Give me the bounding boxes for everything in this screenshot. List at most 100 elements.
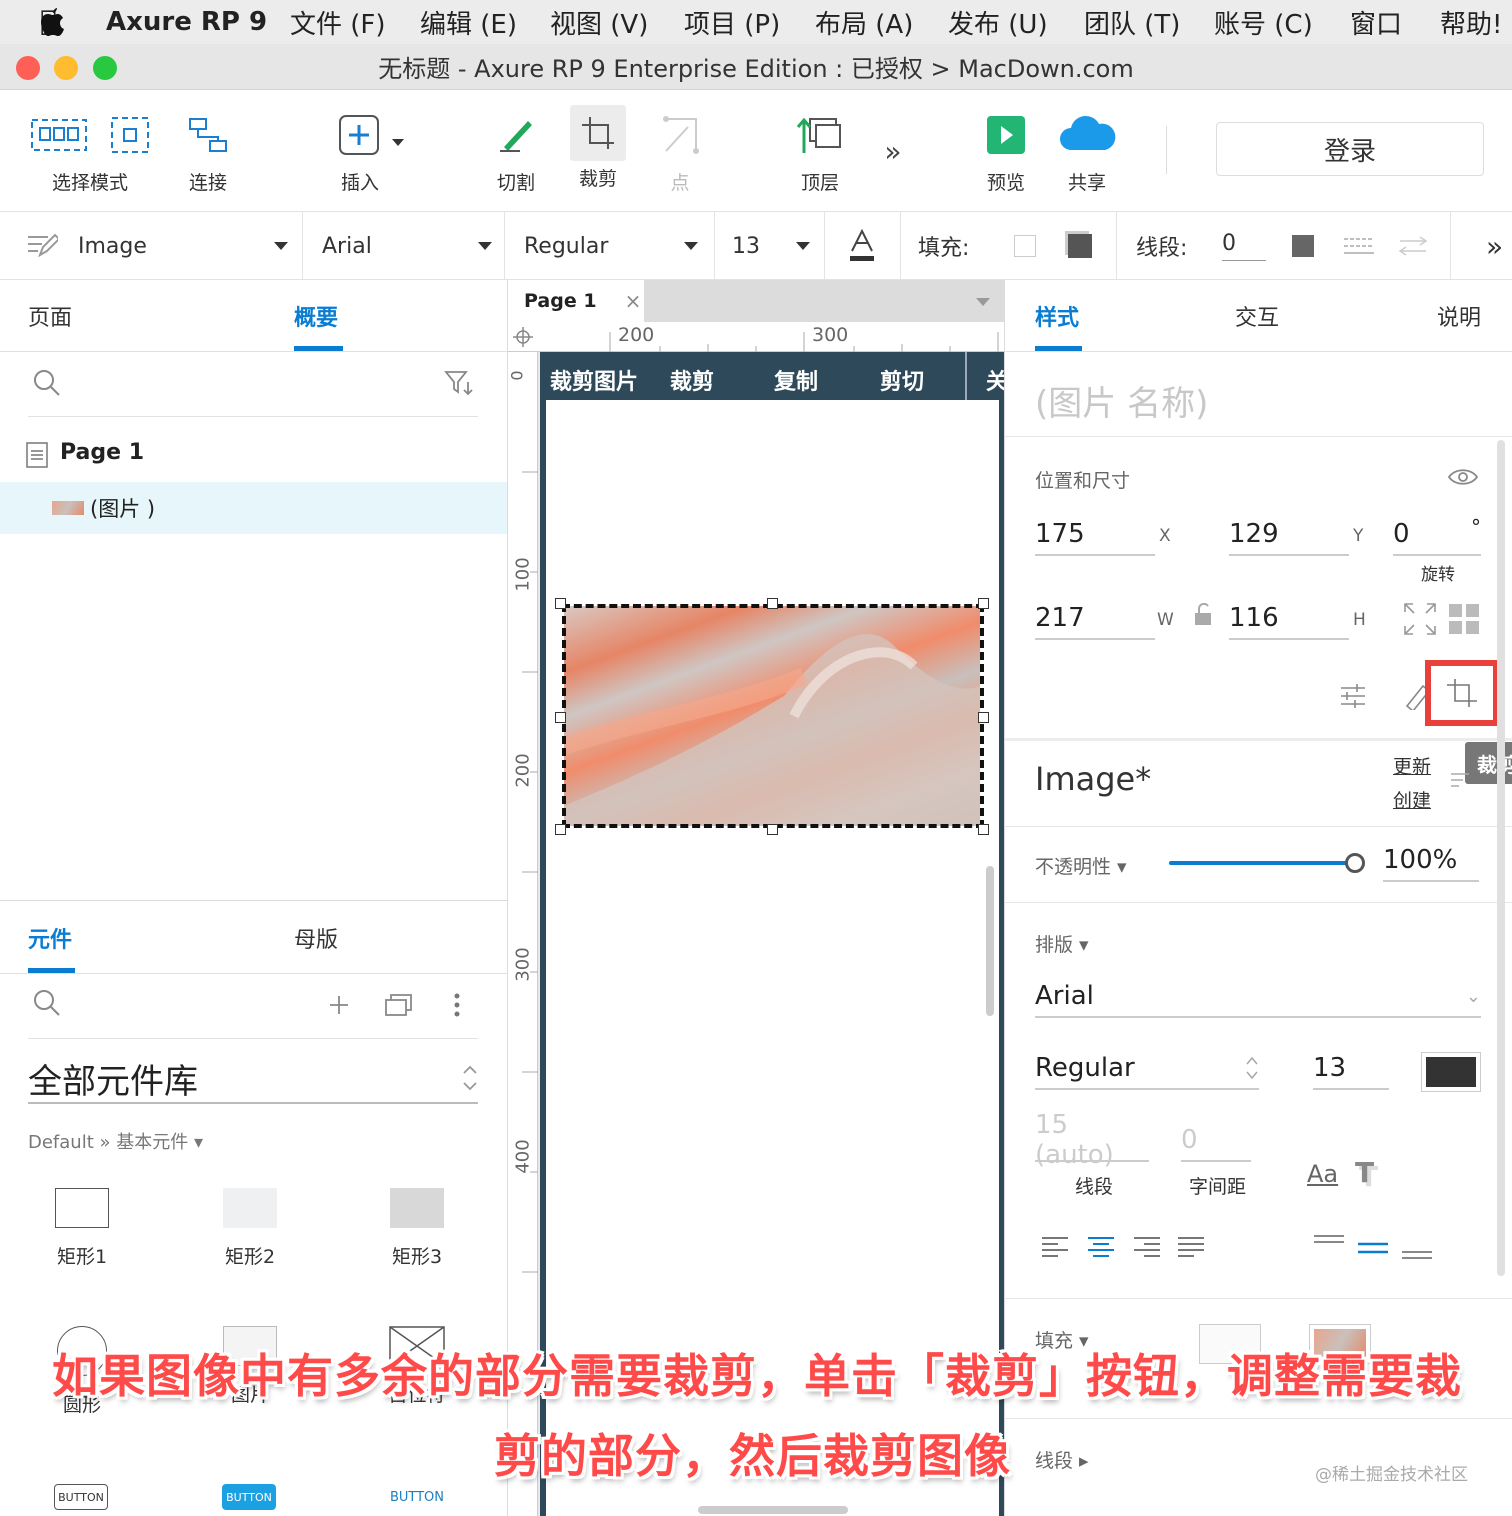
font-family-dropdown[interactable]: Arial [322, 212, 492, 280]
slice-button[interactable]: 切割 [486, 90, 546, 212]
widget-rectangle1[interactable]: 矩形1 [22, 1188, 142, 1269]
opacity-input[interactable]: 100% [1383, 840, 1479, 882]
align-left-icon[interactable] [1041, 1236, 1069, 1258]
cut-action-button[interactable]: 剪切 [880, 364, 924, 396]
width-input[interactable]: 217 [1035, 598, 1155, 640]
ruler-origin-crosshair-icon[interactable] [512, 326, 534, 348]
tab-page1[interactable]: Page 1 × [508, 280, 644, 322]
align-right-icon[interactable] [1133, 1236, 1161, 1258]
menu-team[interactable]: 团队 (T) [1084, 4, 1180, 41]
login-button[interactable]: 登录 [1216, 122, 1484, 176]
crop-handle-mr[interactable] [978, 712, 989, 723]
line-spacing-input[interactable]: 15 (auto) [1035, 1110, 1149, 1170]
font-weight-select[interactable]: Regular [1035, 1048, 1259, 1090]
stroke-width-input[interactable]: 0 [1222, 212, 1266, 280]
align-center-icon[interactable] [1087, 1236, 1115, 1258]
close-tab-icon[interactable]: × [625, 289, 642, 313]
valign-bottom-icon[interactable] [1401, 1232, 1433, 1262]
char-spacing-input[interactable]: 0 [1181, 1120, 1251, 1162]
connect-button[interactable]: 连接 [178, 90, 238, 212]
point-button[interactable]: 点 [650, 90, 710, 212]
tab-masters[interactable]: 母版 [294, 902, 338, 974]
crop-handle-bl[interactable] [555, 824, 566, 835]
widget-button-default[interactable]: BUTTON [54, 1484, 108, 1510]
more-vertical-icon[interactable] [450, 992, 464, 1018]
library-breadcrumb[interactable]: Default » 基本元件 ▾ [28, 1128, 203, 1154]
menu-account[interactable]: 账号 (C) [1214, 4, 1313, 41]
font-family-select[interactable]: Arial ⌄ [1035, 976, 1481, 1018]
rotation-input[interactable]: 0 ° [1393, 514, 1481, 556]
crop-handle-tl[interactable] [555, 598, 566, 609]
text-color-button[interactable] [848, 212, 876, 280]
slice-grid-icon[interactable] [1447, 602, 1481, 636]
crop-button[interactable]: 裁剪 [566, 90, 630, 212]
format-more-button[interactable]: » [1486, 212, 1503, 280]
share-button[interactable]: 共享 [1054, 90, 1120, 212]
create-style-link[interactable]: 创建 [1393, 786, 1431, 813]
crop-handle-bc[interactable] [767, 824, 778, 835]
adjust-sliders-icon[interactable] [1339, 682, 1367, 710]
minimize-window-button[interactable] [54, 56, 78, 80]
font-size-input[interactable]: 13 [1313, 1048, 1389, 1090]
stroke-section-label[interactable]: 线段 ▸ [1035, 1446, 1089, 1473]
style-dropdown[interactable]: Image [26, 212, 288, 280]
widget-rectangle2[interactable]: 矩形2 [190, 1188, 310, 1269]
align-justify-icon[interactable] [1177, 1236, 1205, 1258]
text-case-button[interactable]: Aa [1307, 1160, 1338, 1188]
outline-image-item[interactable]: (图片 ) [0, 482, 507, 534]
top-layer-button[interactable]: 顶层 [790, 90, 850, 212]
font-size-dropdown[interactable]: 13 [732, 212, 810, 280]
font-color-swatch[interactable] [1421, 1052, 1481, 1092]
crop-handle-tc[interactable] [767, 598, 778, 609]
search-icon[interactable] [32, 368, 62, 398]
crop-action-button[interactable]: 裁剪 [670, 364, 714, 396]
arrow-style-button[interactable] [1398, 212, 1428, 280]
crop-selection-frame[interactable] [562, 604, 984, 828]
y-input[interactable]: 129 [1229, 514, 1349, 556]
horizontal-scrollbar[interactable] [698, 1506, 848, 1514]
preview-button[interactable]: 预览 [976, 90, 1036, 212]
opacity-slider-thumb[interactable] [1345, 853, 1365, 873]
right-panel-scrollbar[interactable] [1497, 440, 1505, 1276]
crop-handle-ml[interactable] [555, 712, 566, 723]
tab-list-chevron-icon[interactable] [974, 296, 992, 308]
outline-page-item[interactable]: Page 1 [60, 440, 144, 465]
vertical-scrollbar[interactable] [986, 866, 994, 1016]
fill-color-swatch[interactable] [1014, 212, 1036, 280]
search-icon[interactable] [32, 988, 62, 1018]
tab-interactions[interactable]: 交互 [1235, 280, 1279, 352]
menu-window[interactable]: 窗口 [1350, 4, 1402, 41]
library-windows-icon[interactable] [384, 992, 414, 1018]
visibility-eye-icon[interactable] [1447, 466, 1479, 488]
widget-button-link[interactable]: BUTTON [388, 1484, 446, 1510]
insert-button[interactable]: 插入 [330, 90, 410, 212]
menu-arrange[interactable]: 布局 (A) [815, 4, 913, 41]
widget-button-primary[interactable]: BUTTON [222, 1484, 276, 1510]
crop-handle-tr[interactable] [978, 598, 989, 609]
font-weight-dropdown[interactable]: Regular [524, 212, 698, 280]
menu-project[interactable]: 项目 (P) [684, 4, 780, 41]
toolbar-more-button[interactable]: » [870, 90, 916, 212]
opacity-label[interactable]: 不透明性 ▾ [1035, 852, 1127, 879]
stroke-pattern-button[interactable] [1344, 212, 1374, 280]
menu-edit[interactable]: 编辑 (E) [420, 4, 517, 41]
menu-publish[interactable]: 发布 (U) [948, 4, 1048, 41]
valign-top-icon[interactable] [1313, 1232, 1345, 1262]
apple-logo-icon[interactable] [38, 6, 68, 38]
menu-help[interactable]: 帮助! [1440, 4, 1502, 41]
tab-pages[interactable]: 页面 [28, 280, 72, 352]
tab-outline[interactable]: 概要 [294, 280, 338, 352]
fit-to-content-icon[interactable] [1403, 602, 1437, 636]
update-style-link[interactable]: 更新 [1393, 752, 1431, 779]
height-input[interactable]: 116 [1229, 598, 1349, 640]
opacity-slider-track[interactable] [1169, 861, 1355, 865]
lock-icon[interactable] [1193, 602, 1213, 626]
crop-image-button-highlight[interactable] [1425, 660, 1499, 726]
typography-label[interactable]: 排版 ▾ [1035, 930, 1089, 957]
widget-rectangle3[interactable]: 矩形3 [357, 1188, 477, 1269]
add-library-icon[interactable] [328, 994, 350, 1016]
valign-middle-icon[interactable] [1357, 1232, 1389, 1262]
stroke-color-swatch[interactable] [1292, 212, 1314, 280]
tab-widgets[interactable]: 元件 [28, 902, 72, 974]
menu-view[interactable]: 视图 (V) [550, 4, 648, 41]
